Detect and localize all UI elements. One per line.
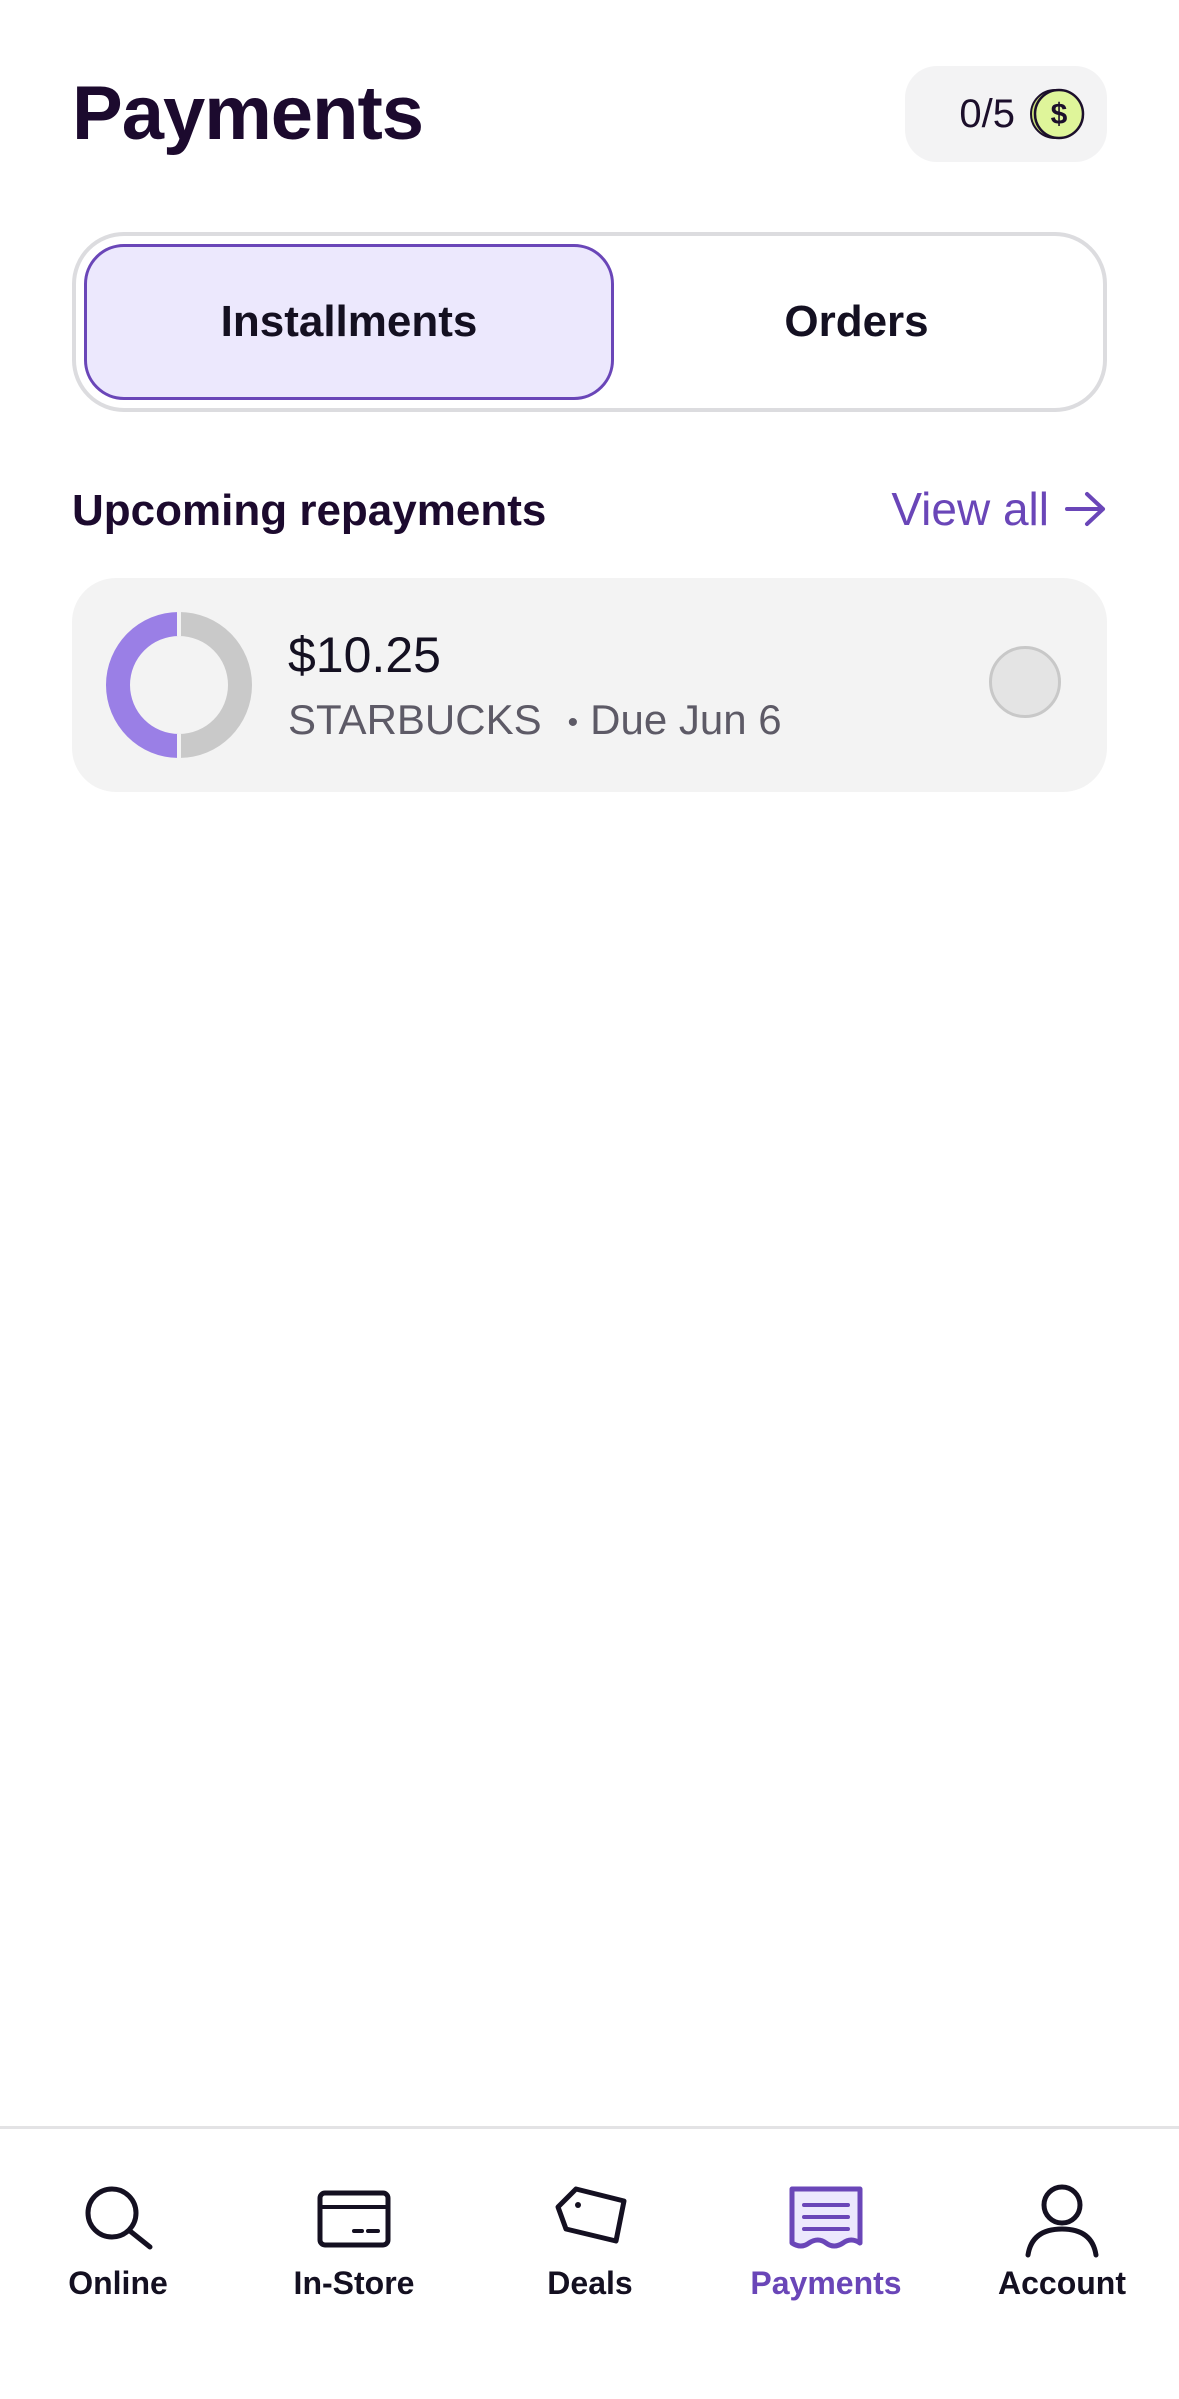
nav-account[interactable]: Account [944,2129,1179,2329]
due-date: Due Jun 6 [590,696,782,743]
payments-tab-switcher: Installments Orders [72,232,1107,412]
arrow-right-icon [1065,492,1105,526]
search-icon [85,2186,153,2250]
repayment-card[interactable]: $10.25 STARBUCKS • Due Jun 6 [72,578,1107,792]
nav-payments[interactable]: Payments [708,2129,944,2329]
nav-label-deals: Deals [547,2265,633,2301]
nav-in-store[interactable]: In-Store [236,2129,472,2329]
nav-deals[interactable]: Deals [472,2129,708,2329]
repayment-amount: $10.25 [288,627,441,683]
tab-orders[interactable]: Orders [614,244,1099,400]
tag-icon [555,2186,627,2244]
nav-label-payments: Payments [750,2265,902,2301]
svg-text:$: $ [1051,98,1068,131]
coin-icon: $ [1030,88,1085,140]
nav-label-online: Online [68,2265,168,2301]
tab-installments[interactable]: Installments [84,244,614,400]
person-icon [1025,2184,1099,2258]
donut-remaining [179,612,252,758]
merchant-name: STARBUCKS [288,696,542,743]
repayment-select-radio[interactable] [989,646,1061,718]
donut-paid [106,612,179,758]
points-counter: 0/5 [959,91,1015,136]
nav-online[interactable]: Online [0,2129,236,2329]
view-all-link[interactable]: View all [891,482,1107,536]
upcoming-repayments-header: Upcoming repayments View all [72,480,1107,544]
view-all-label: View all [891,483,1049,535]
points-badge[interactable]: 0/5 $ [905,66,1107,162]
separator-dot: • [567,705,579,739]
bottom-nav: Online In-Store Deals Payments Account [0,2126,1179,2399]
receipt-icon [789,2186,863,2249]
section-title: Upcoming repayments [72,486,547,535]
repayment-details: STARBUCKS • Due Jun 6 [288,696,782,744]
page-title: Payments [72,71,424,156]
nav-label-account: Account [998,2265,1126,2301]
card-icon [317,2190,391,2248]
repayment-progress-donut [106,612,252,758]
nav-label-in-store: In-Store [293,2265,415,2301]
header: Payments 0/5 $ [72,62,1107,162]
